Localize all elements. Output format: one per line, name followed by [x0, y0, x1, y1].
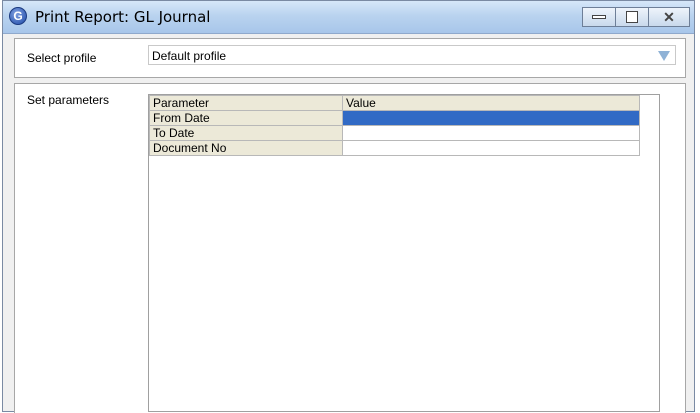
maximize-icon [626, 11, 638, 23]
param-value-cell[interactable] [342, 110, 640, 126]
column-header-parameter[interactable]: Parameter [149, 95, 343, 111]
table-row[interactable]: To Date [149, 125, 640, 141]
param-value-cell[interactable] [342, 140, 640, 156]
param-name-cell[interactable]: Document No [149, 140, 343, 156]
select-profile-label: Select profile [27, 51, 97, 65]
minimize-button[interactable] [582, 7, 616, 27]
title-bar[interactable]: G Print Report: GL Journal ✕ [3, 1, 694, 34]
minimize-icon [592, 15, 606, 19]
profile-panel: Select profile Default profile [14, 38, 686, 78]
column-header-value[interactable]: Value [342, 95, 640, 111]
print-report-window: G Print Report: GL Journal ✕ Select prof… [2, 0, 695, 413]
parameters-grid[interactable]: Parameter Value From Date To Date Docume… [148, 94, 660, 412]
maximize-button[interactable] [615, 7, 649, 27]
profile-dropdown-value: Default profile [152, 49, 227, 63]
close-icon: ✕ [663, 8, 675, 25]
app-g-icon[interactable]: G [9, 7, 27, 25]
close-button[interactable]: ✕ [648, 7, 690, 27]
profile-dropdown[interactable]: Default profile [148, 45, 676, 65]
chevron-down-icon[interactable] [658, 51, 670, 61]
table-row[interactable]: Document No [149, 140, 640, 156]
set-parameters-label: Set parameters [27, 93, 110, 107]
param-value-cell[interactable] [342, 125, 640, 141]
parameters-table: Parameter Value From Date To Date Docume… [149, 95, 640, 156]
table-row[interactable]: From Date [149, 110, 640, 126]
param-name-cell[interactable]: From Date [149, 110, 343, 126]
window-title: Print Report: GL Journal [35, 8, 211, 26]
parameters-panel: Set parameters Parameter Value From Date… [14, 83, 686, 413]
param-name-cell[interactable]: To Date [149, 125, 343, 141]
window-controls: ✕ [582, 7, 690, 27]
table-header-row: Parameter Value [149, 95, 640, 111]
